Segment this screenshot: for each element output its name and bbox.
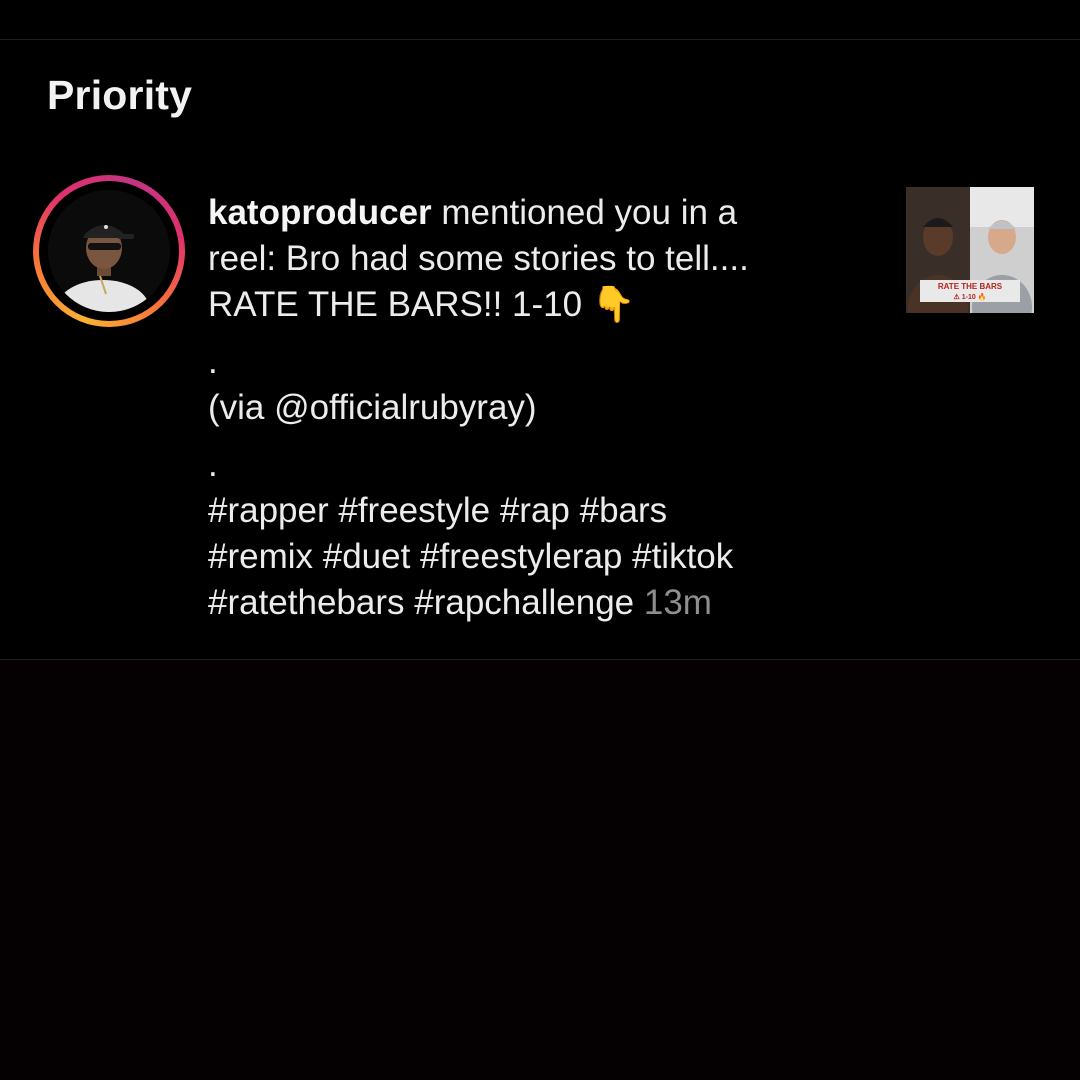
story-ring-avatar[interactable] [33, 175, 185, 327]
thumbnail-caption-2: ⚠ 1-10 🔥 [954, 292, 987, 301]
message-dot-1: . [208, 342, 218, 381]
pointing-down-emoji-icon: 👇 [591, 285, 636, 324]
message-line-3: RATE THE BARS!! 1-10 [208, 285, 583, 324]
avatar [48, 190, 170, 312]
username-link[interactable]: katoproducer [208, 193, 432, 232]
message-dot-2: . [208, 445, 218, 484]
notification-item[interactable]: katoproducer mentioned you in a reel: Br… [0, 170, 1080, 660]
top-divider [0, 39, 1080, 40]
reel-thumbnail[interactable]: RATE THE BARS ⚠ 1-10 🔥 [906, 187, 1034, 313]
empty-area [0, 660, 1080, 1080]
message-line-1: mentioned you in a [431, 193, 738, 232]
thumbnail-caption-1: RATE THE BARS [938, 282, 1003, 291]
section-title: Priority [47, 72, 193, 118]
timestamp: 13m [643, 583, 712, 622]
message-line-2: reel: Bro had some stories to tell.... [208, 239, 749, 278]
hashtags-line-1: #rapper #freestyle #rap #bars [208, 491, 668, 530]
notification-text[interactable]: katoproducer mentioned you in a reel: Br… [208, 190, 888, 626]
hashtags-line-3: #ratethebars #rapchallenge [208, 583, 635, 622]
via-credit: (via @officialrubyray) [208, 388, 537, 427]
hashtags-line-2: #remix #duet #freestylerap #tiktok [208, 537, 734, 576]
